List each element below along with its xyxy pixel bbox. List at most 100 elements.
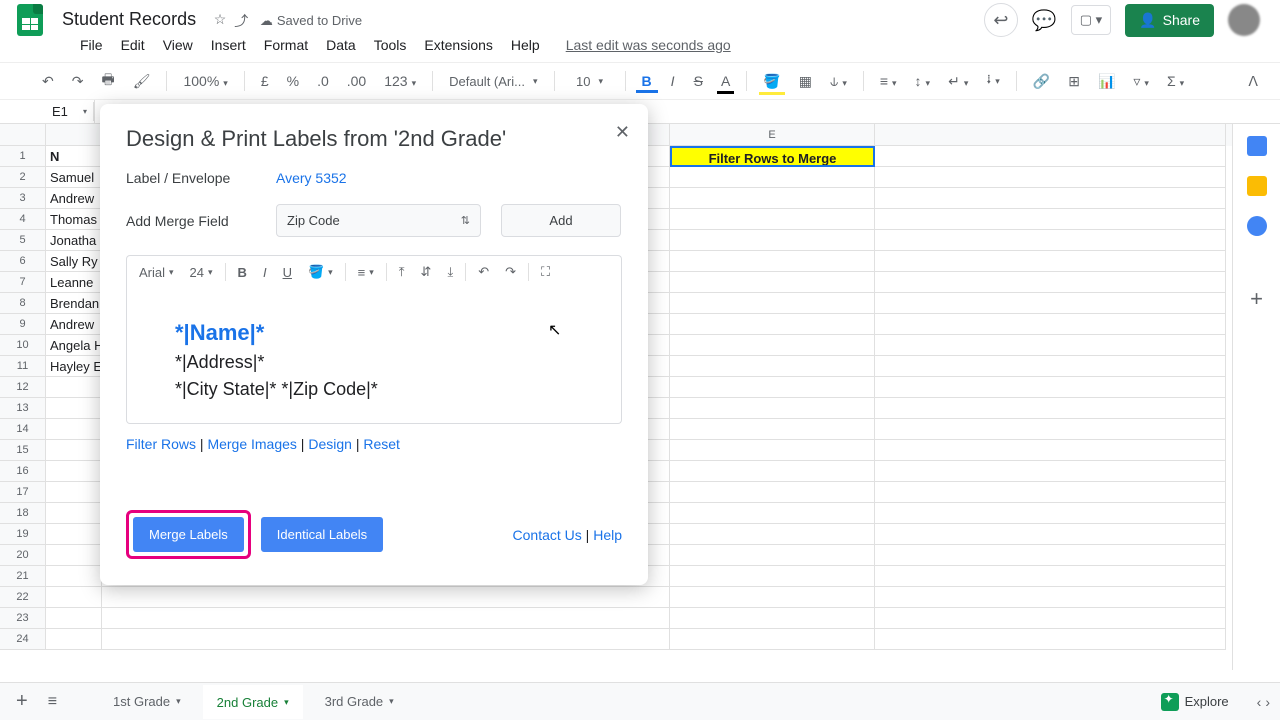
filter-rows-link[interactable]: Filter Rows: [126, 436, 196, 452]
font-size-select[interactable]: 10: [565, 70, 615, 93]
row-header[interactable]: 4: [0, 209, 46, 230]
menu-tools[interactable]: Tools: [366, 33, 415, 57]
cell[interactable]: Brendan: [46, 293, 102, 314]
editor-redo-button[interactable]: ↷: [501, 262, 520, 282]
comment-button[interactable]: ⊞: [1062, 69, 1086, 94]
row-header[interactable]: 1: [0, 146, 46, 167]
menu-data[interactable]: Data: [318, 33, 364, 57]
italic-button[interactable]: I: [664, 69, 682, 93]
cell[interactable]: Leanne: [46, 272, 102, 293]
tab-nav-right[interactable]: ›: [1265, 694, 1270, 710]
row-header[interactable]: 19: [0, 524, 46, 545]
editor-undo-button[interactable]: ↶: [474, 262, 493, 282]
doc-title[interactable]: Student Records: [58, 7, 200, 31]
col-header[interactable]: E: [670, 124, 875, 146]
history-button[interactable]: ↩: [984, 3, 1018, 37]
cell[interactable]: [670, 356, 875, 377]
cell[interactable]: [875, 230, 1226, 251]
tasks-icon[interactable]: [1247, 216, 1267, 236]
select-all-corner[interactable]: [0, 124, 46, 146]
h-align-button[interactable]: ≡: [874, 69, 903, 93]
star-icon[interactable]: ☆: [214, 11, 227, 31]
cell[interactable]: [670, 545, 875, 566]
cell[interactable]: [46, 398, 102, 419]
cell[interactable]: [46, 608, 102, 629]
help-link[interactable]: Help: [593, 527, 622, 543]
percent-button[interactable]: %: [281, 69, 305, 93]
cell[interactable]: [46, 524, 102, 545]
wrap-button[interactable]: ↵: [942, 69, 974, 94]
cell[interactable]: [670, 419, 875, 440]
editor-align-button[interactable]: ≡: [354, 263, 378, 282]
cell[interactable]: Samuel: [46, 167, 102, 188]
reset-link[interactable]: Reset: [363, 436, 400, 452]
comments-button[interactable]: 💬: [1032, 8, 1057, 33]
cell[interactable]: [670, 293, 875, 314]
identical-labels-button[interactable]: Identical Labels: [261, 517, 383, 552]
close-icon[interactable]: ✕: [615, 122, 630, 143]
cell[interactable]: [670, 629, 875, 650]
cell[interactable]: [46, 566, 102, 587]
borders-button[interactable]: ▦: [793, 69, 818, 94]
row-header[interactable]: 6: [0, 251, 46, 272]
cell[interactable]: Angela H: [46, 335, 102, 356]
move-icon[interactable]: ⤴: [234, 11, 248, 31]
cell[interactable]: [670, 503, 875, 524]
zoom-select[interactable]: 100%: [177, 69, 233, 93]
contact-us-link[interactable]: Contact Us: [513, 527, 582, 543]
cell[interactable]: [875, 272, 1226, 293]
cell[interactable]: [46, 419, 102, 440]
functions-button[interactable]: Σ: [1161, 69, 1190, 93]
tab-1st-grade[interactable]: 1st Grade▾: [99, 686, 195, 717]
label-editor[interactable]: *|Name|* *|Address|* *|City State|* *|Zi…: [126, 288, 622, 424]
cell[interactable]: Filter Rows to Merge: [670, 146, 875, 167]
row-header[interactable]: 2: [0, 167, 46, 188]
print-button[interactable]: 🖶: [95, 65, 120, 97]
editor-fullscreen-button[interactable]: ⛶: [537, 262, 554, 282]
keep-icon[interactable]: [1247, 176, 1267, 196]
cell[interactable]: [46, 440, 102, 461]
cell[interactable]: [875, 293, 1226, 314]
merge-images-link[interactable]: Merge Images: [207, 436, 296, 452]
cell[interactable]: [875, 419, 1226, 440]
cell[interactable]: [875, 146, 1226, 167]
row-header[interactable]: 9: [0, 314, 46, 335]
col-header[interactable]: [46, 124, 102, 146]
merge-labels-button[interactable]: Merge Labels: [133, 517, 244, 552]
row-header[interactable]: 16: [0, 461, 46, 482]
cell[interactable]: [875, 545, 1226, 566]
cell[interactable]: [670, 608, 875, 629]
add-field-button[interactable]: Add: [501, 204, 621, 237]
editor-underline-button[interactable]: U: [279, 263, 296, 282]
cell[interactable]: [670, 251, 875, 272]
cell[interactable]: [670, 188, 875, 209]
cell[interactable]: [875, 503, 1226, 524]
cell[interactable]: [46, 587, 102, 608]
row-header[interactable]: 15: [0, 440, 46, 461]
row-header[interactable]: 23: [0, 608, 46, 629]
cell[interactable]: [875, 440, 1226, 461]
number-format-button[interactable]: 123: [378, 69, 422, 93]
calendar-icon[interactable]: [1247, 136, 1267, 156]
cell[interactable]: [46, 629, 102, 650]
cell[interactable]: [102, 587, 670, 608]
menu-help[interactable]: Help: [503, 33, 548, 57]
strike-button[interactable]: S: [688, 69, 709, 93]
cell[interactable]: [670, 230, 875, 251]
cell[interactable]: [875, 251, 1226, 272]
row-header[interactable]: 7: [0, 272, 46, 293]
cell[interactable]: Sally Ry: [46, 251, 102, 272]
row-header[interactable]: 22: [0, 587, 46, 608]
decrease-decimal-button[interactable]: .0: [311, 69, 335, 93]
cell[interactable]: Thomas: [46, 209, 102, 230]
editor-valign-top-button[interactable]: ⤒: [395, 262, 409, 282]
fill-color-button[interactable]: 🪣: [757, 69, 786, 94]
cell[interactable]: [875, 482, 1226, 503]
add-sheet-button[interactable]: +: [10, 690, 34, 713]
menu-edit[interactable]: Edit: [113, 33, 153, 57]
cell[interactable]: [670, 377, 875, 398]
editor-font-select[interactable]: Arial: [135, 263, 178, 282]
present-button[interactable]: ▢ ▾: [1071, 5, 1111, 35]
cell[interactable]: [875, 188, 1226, 209]
cell[interactable]: [670, 209, 875, 230]
